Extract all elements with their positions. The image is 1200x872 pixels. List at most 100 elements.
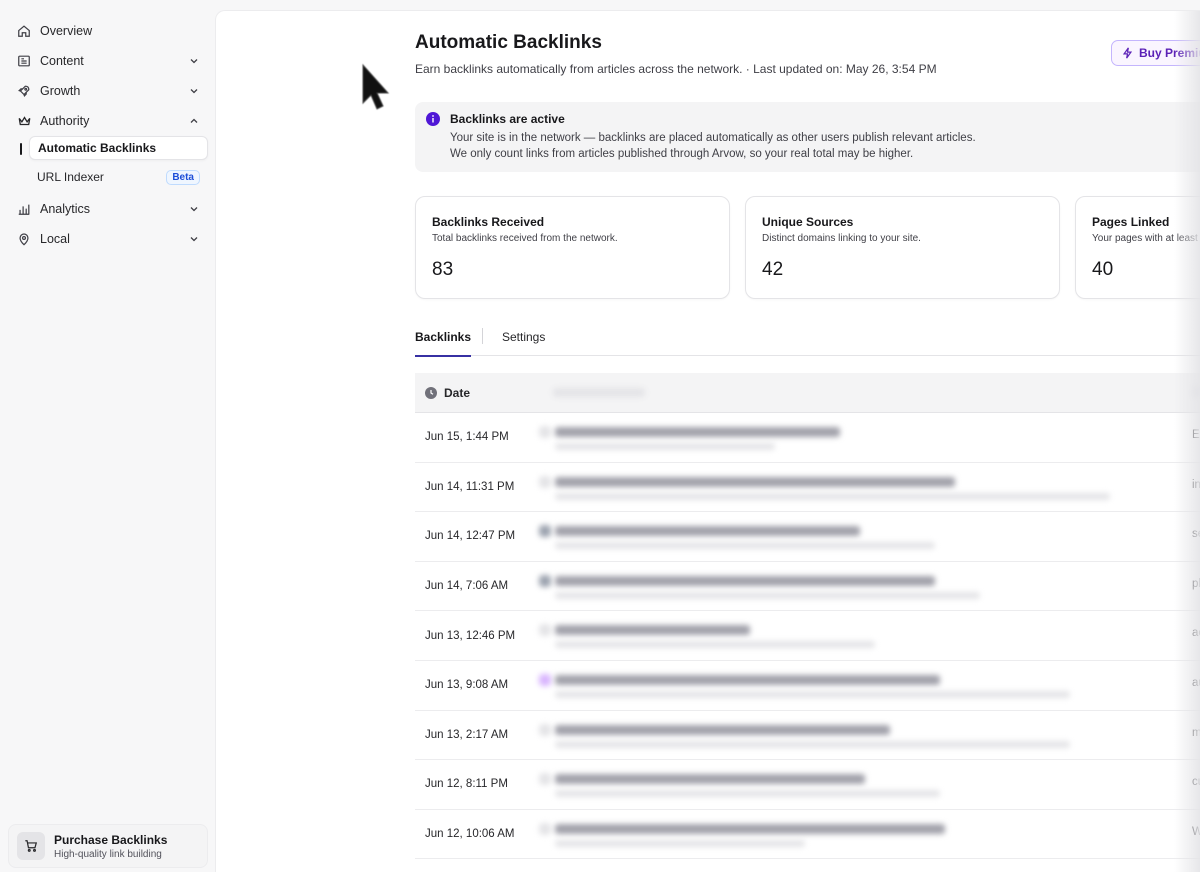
lightning-icon [1122, 47, 1133, 59]
table-row[interactable]: Jun 13, 9:08 AMau [415, 661, 1200, 711]
chevron-down-icon [188, 85, 200, 97]
stat-title: Pages Linked [1092, 215, 1170, 229]
purchase-title: Purchase Backlinks [54, 832, 168, 847]
blurred-favicon [539, 475, 551, 488]
cart-icon [17, 832, 45, 860]
sidebar-item-local[interactable]: Local [8, 224, 208, 254]
sidebar-item-label: Authority [40, 114, 90, 128]
sidebar-item-analytics[interactable]: Analytics [8, 194, 208, 224]
beta-badge: Beta [166, 169, 200, 185]
blurred-url [555, 492, 1110, 500]
blurred-url [555, 542, 935, 550]
blurred-row-content [515, 562, 1200, 611]
blurred-url [555, 740, 1070, 748]
sidebar-item-overview[interactable]: Overview [8, 16, 208, 46]
blurred-url [555, 443, 775, 450]
bar-chart-icon [16, 201, 32, 217]
tab-settings[interactable]: Settings [502, 330, 545, 356]
table-row[interactable]: Jun 13, 12:46 PMac [415, 611, 1200, 661]
blurred-title [555, 526, 860, 537]
chevron-up-icon [188, 115, 200, 127]
blurred-favicon [539, 574, 551, 587]
table-row[interactable]: Jun 12, 8:11 PMcu [415, 760, 1200, 810]
table-row[interactable]: Jun 12, 10:06 AMW [415, 810, 1200, 860]
blurred-url [555, 641, 875, 649]
rocket-icon [16, 83, 32, 99]
blurred-row-content [515, 711, 1200, 760]
date-column-header[interactable]: Date [415, 386, 513, 400]
blurred-url [555, 790, 940, 798]
status-alert: Backlinks are active Your site is in the… [415, 102, 1200, 172]
blurred-row-content [515, 463, 1200, 512]
row-date: Jun 13, 9:08 AM [425, 679, 509, 692]
sidebar-subitem-url-indexer[interactable]: URL Indexer Beta [29, 165, 208, 189]
sidebar-item-content[interactable]: Content [8, 46, 208, 76]
blurred-title [555, 774, 865, 785]
home-icon [16, 23, 32, 39]
sidebar-subitem-automatic-backlinks[interactable]: Automatic Backlinks [20, 136, 208, 160]
blurred-favicon [539, 426, 551, 438]
row-date: Jun 13, 2:17 AM [425, 728, 509, 741]
table-row[interactable]: Jun 14, 12:47 PMse [415, 512, 1200, 562]
blurred-url [555, 839, 805, 847]
blurred-row-content [515, 512, 1200, 561]
crown-icon [16, 113, 32, 129]
blurred-title [555, 724, 890, 735]
row-date: Jun 14, 7:06 AM [425, 580, 509, 593]
blurred-url [555, 690, 1070, 698]
main-panel: Automatic Backlinks Earn backlinks autom… [215, 10, 1200, 872]
sidebar-item-authority[interactable]: Authority [8, 106, 208, 136]
row-date: Jun 15, 1:44 PM [425, 431, 509, 444]
blurred-column-header [513, 373, 1200, 413]
alert-title: Backlinks are active [450, 112, 565, 126]
stat-value: 40 [1092, 259, 1114, 280]
stat-title: Unique Sources [762, 215, 854, 229]
row-date: Jun 14, 11:31 PM [425, 480, 515, 493]
sidebar-item-label: Local [40, 232, 70, 246]
blurred-url [555, 591, 980, 599]
table-row[interactable]: Jun 15, 1:44 PME [415, 413, 1200, 463]
blurred-favicon [539, 673, 551, 686]
blurred-header-text [553, 387, 645, 397]
sidebar-item-growth[interactable]: Growth [8, 76, 208, 106]
purchase-backlinks-card[interactable]: Purchase Backlinks High-quality link bui… [8, 824, 208, 868]
tab-bar: Backlinks Settings [415, 326, 1200, 357]
blurred-title [555, 674, 940, 685]
chevron-down-icon [188, 233, 200, 245]
mouse-cursor-icon [360, 63, 390, 118]
stat-card-unique-sources: Unique Sources Distinct domains linking … [745, 196, 1060, 299]
chevron-down-icon [188, 55, 200, 67]
blurred-title [555, 476, 955, 487]
map-pin-icon [16, 231, 32, 247]
row-date: Jun 14, 12:47 PM [425, 530, 516, 543]
active-indicator [20, 143, 22, 155]
blurred-title [555, 625, 750, 636]
row-date: Jun 12, 8:11 PM [425, 778, 508, 791]
blurred-favicon [539, 773, 551, 786]
sidebar-item-label: Overview [40, 24, 93, 38]
stat-description: Distinct domains linking to your site. [762, 233, 921, 244]
tab-backlinks[interactable]: Backlinks [415, 330, 472, 357]
stat-card-backlinks-received: Backlinks Received Total backlinks recei… [415, 196, 730, 299]
blurred-title [555, 823, 945, 834]
blurred-row-content [515, 661, 1200, 710]
sidebar-item-label: Analytics [40, 202, 91, 216]
blurred-row-content [515, 413, 1200, 462]
date-column-label: Date [444, 385, 471, 400]
backlinks-table: Date Jun 15, 1:44 PMEJun 14, 11:31 PMinJ… [415, 373, 1200, 860]
sidebar-item-label: Growth [40, 84, 81, 98]
table-row[interactable]: Jun 13, 2:17 AMm [415, 711, 1200, 761]
table-body: Jun 15, 1:44 PMEJun 14, 11:31 PMinJun 14… [415, 413, 1200, 860]
stat-value: 42 [762, 259, 784, 280]
content-icon [16, 53, 32, 69]
table-row[interactable]: Jun 14, 7:06 AMpl [415, 562, 1200, 612]
alert-line-2: We only count links from articles publis… [450, 148, 914, 160]
blurred-row-content [515, 760, 1200, 809]
clock-icon [425, 386, 437, 399]
blurred-favicon [539, 624, 551, 637]
table-row[interactable]: Jun 14, 11:31 PMin [415, 463, 1200, 513]
purchase-subtitle: High-quality link building [54, 848, 162, 860]
alert-line-1: Your site is in the network — backlinks … [450, 132, 976, 144]
row-date: Jun 13, 12:46 PM [425, 629, 516, 642]
page-title: Automatic Backlinks [415, 32, 602, 53]
